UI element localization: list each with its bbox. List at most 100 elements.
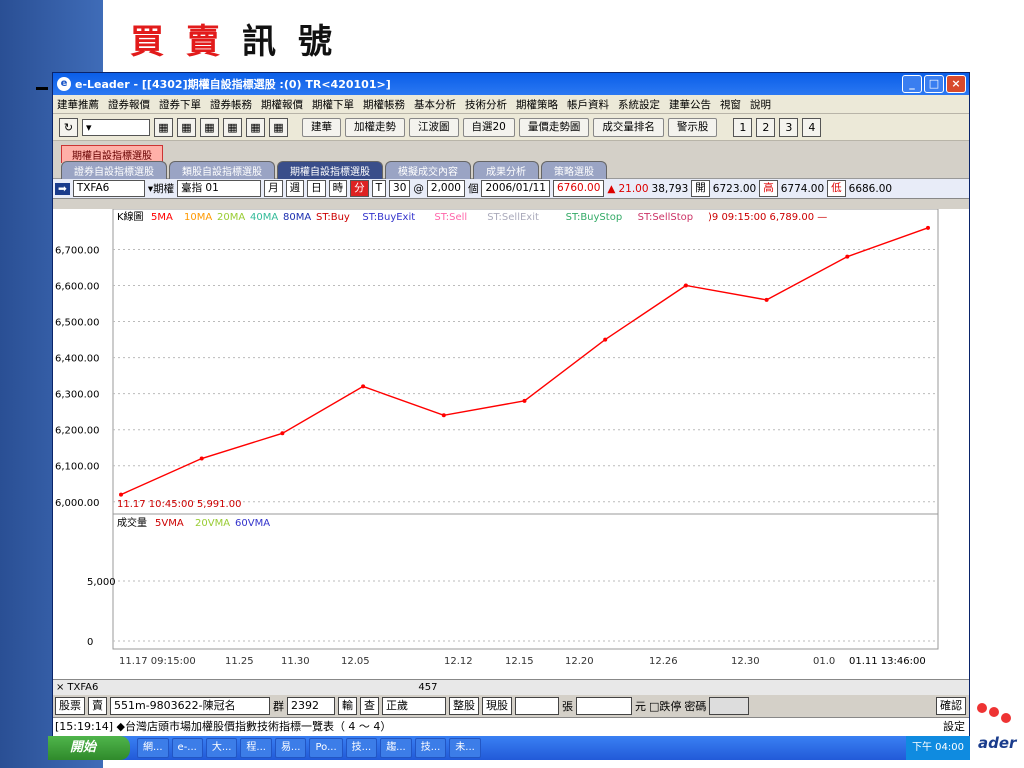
date-input[interactable]: 2006/01/11 <box>481 180 550 197</box>
weighted-trend-button[interactable]: 加權走勢 <box>345 117 405 137</box>
period-day[interactable]: 日 <box>307 180 326 197</box>
period-minute[interactable]: 分 <box>350 180 369 197</box>
task-item-8[interactable]: 技... <box>414 738 447 758</box>
task-items: 網... e-... 大... 程... 易... Po... 技... 趨... 技... 未.… <box>137 738 481 758</box>
period-hour[interactable]: 時 <box>328 180 348 197</box>
price-point-0 <box>119 492 123 497</box>
wave-chart-button[interactable]: 江波圖 <box>409 117 459 137</box>
code-input[interactable]: 2392 <box>287 697 335 715</box>
refresh-icon[interactable]: ↻ <box>59 117 78 137</box>
slide-tick <box>36 87 48 90</box>
menu-item-3[interactable]: 證券帳務 <box>210 97 252 112</box>
task-item-1[interactable]: e-... <box>171 738 203 758</box>
input-button[interactable]: 輸 <box>338 697 357 715</box>
menu-item-1[interactable]: 證券報價 <box>108 97 150 112</box>
task-item-0[interactable]: 網... <box>137 738 169 758</box>
market-select[interactable]: 股票 <box>55 697 85 715</box>
st-legend-4: ST:BuyStop <box>566 212 623 223</box>
alert-stock-button[interactable]: 警示股 <box>667 117 718 137</box>
st-legend-2: ST:Sell <box>434 212 467 223</box>
task-item-3[interactable]: 程... <box>240 738 272 758</box>
vma-legend-0: 5VMA <box>155 518 184 529</box>
brand-logo: ader <box>977 703 1018 752</box>
open-label: 開 <box>691 180 710 197</box>
tab-5[interactable]: 策略選股 <box>541 161 607 179</box>
menu-item-12[interactable]: 建華公告 <box>669 97 711 112</box>
quantity-input[interactable] <box>515 697 559 715</box>
menu-item-4[interactable]: 期權報價 <box>261 97 303 112</box>
task-item-9[interactable]: 未... <box>449 738 481 758</box>
period-week[interactable]: 週 <box>285 180 305 197</box>
close-tab-icon[interactable]: × <box>53 682 67 693</box>
start-button[interactable]: 開始 <box>48 736 130 760</box>
menu-item-6[interactable]: 期權帳務 <box>363 97 405 112</box>
task-item-2[interactable]: 大... <box>205 738 238 758</box>
menu-item-7[interactable]: 基本分析 <box>414 97 456 112</box>
chart-svg: K線圖 5MA 10MA 20MA 40MA 80MA ST:Buy ST:BuyExit ST… <box>55 208 939 667</box>
menu-item-9[interactable]: 期權策略 <box>516 97 558 112</box>
confirm-button[interactable]: 確認 <box>936 697 966 715</box>
symbol-input[interactable]: TXFA6 <box>72 180 145 197</box>
open-value: 6723.00 <box>712 182 757 195</box>
ytick-0: 6,700.00 <box>55 245 100 256</box>
task-item-4[interactable]: 易... <box>274 738 307 758</box>
layout-4-button[interactable]: 4 <box>802 117 822 137</box>
news-ticker[interactable]: [15:19:14] ◆台灣店頭市場加權股價指數技術指標一覽表（ 4 ～ 4） 設… <box>53 717 969 737</box>
stock-type-select[interactable]: 現股 <box>482 697 512 715</box>
volume-rank-button[interactable]: 成交量排名 <box>593 117 664 137</box>
task-item-5[interactable]: Po... <box>309 738 343 758</box>
tool-icon-2[interactable]: ▦ <box>177 117 196 137</box>
price-point-8 <box>764 297 769 302</box>
tab-4[interactable]: 成果分析 <box>473 161 539 179</box>
limit-down-checkbox[interactable]: □跌停 <box>649 698 681 714</box>
layout-2-button[interactable]: 2 <box>756 117 776 137</box>
menu-item-13[interactable]: 視窗 <box>720 97 741 112</box>
tool-icon-3[interactable]: ▦ <box>200 117 219 137</box>
layout-1-button[interactable]: 1 <box>733 117 753 137</box>
tab-0[interactable]: 證券自設指標選股 <box>61 161 167 179</box>
menu-item-11[interactable]: 系統設定 <box>618 97 660 112</box>
layout-3-button[interactable]: 3 <box>779 117 799 137</box>
period-tick[interactable]: T <box>371 180 387 197</box>
type-dropdown[interactable]: ▾期權 <box>148 181 174 196</box>
period-month[interactable]: 月 <box>264 180 283 197</box>
tool-icon-5[interactable]: ▦ <box>246 117 265 137</box>
jianhua-button[interactable]: 建華 <box>302 117 341 137</box>
minimize-button[interactable]: _ <box>902 75 922 93</box>
watchlist-button[interactable]: 自選20 <box>462 117 515 137</box>
close-button[interactable]: × <box>946 75 966 93</box>
tab-1[interactable]: 類股自設指標選股 <box>169 161 275 179</box>
tool-icon-1[interactable]: ▦ <box>154 117 173 137</box>
account-select[interactable]: 551m-9803622-陳冠名 <box>110 697 270 715</box>
price-unit: 元 <box>635 700 646 713</box>
query-button[interactable]: 查 <box>360 697 379 715</box>
menu-item-5[interactable]: 期權下單 <box>312 97 354 112</box>
tab-3[interactable]: 模擬成交內容 <box>385 161 471 179</box>
tool-icon-6[interactable]: ▦ <box>269 117 288 137</box>
menu-item-14[interactable]: 說明 <box>750 97 771 112</box>
volume-price-button[interactable]: 量價走勢圖 <box>518 117 590 137</box>
side-select[interactable]: 賣 <box>88 697 107 715</box>
price-input[interactable] <box>576 697 632 715</box>
lot-type-select[interactable]: 整股 <box>449 697 479 715</box>
task-item-6[interactable]: 技... <box>345 738 378 758</box>
menu-item-8[interactable]: 技術分析 <box>465 97 507 112</box>
maximize-button[interactable]: □ <box>924 75 944 93</box>
tab-2[interactable]: 期權自設指標選股 <box>277 161 383 179</box>
password-input[interactable] <box>709 697 750 715</box>
tool-icon-4[interactable]: ▦ <box>223 117 242 137</box>
toolbar-combo[interactable]: ▾ <box>82 118 150 136</box>
menu-item-10[interactable]: 帳戶資料 <box>567 97 609 112</box>
count-input[interactable]: 2,000 <box>426 180 465 197</box>
menu-item-0[interactable]: 建華推薦 <box>57 97 99 112</box>
order-bar: 股票 賣 551m-9803622-陳冠名 群 2392 輸 查 正歲 整股 現… <box>53 695 969 717</box>
xtick-5: 12.15 <box>505 656 534 667</box>
interval-input[interactable]: 30 <box>389 180 411 197</box>
high-label: 高 <box>759 180 778 197</box>
price-label: K線圖 <box>117 210 144 223</box>
task-item-7[interactable]: 趨... <box>380 738 412 758</box>
chart-area[interactable]: K線圖 5MA 10MA 20MA 40MA 80MA ST:Buy ST:BuyExit ST… <box>53 208 969 679</box>
window-titlebar[interactable]: e e-Leader - [[4302]期權自設指標選股 :(0) TR<420… <box>53 73 969 95</box>
menu-item-2[interactable]: 證券下單 <box>159 97 201 112</box>
settings-label[interactable]: 設定 <box>943 718 965 736</box>
